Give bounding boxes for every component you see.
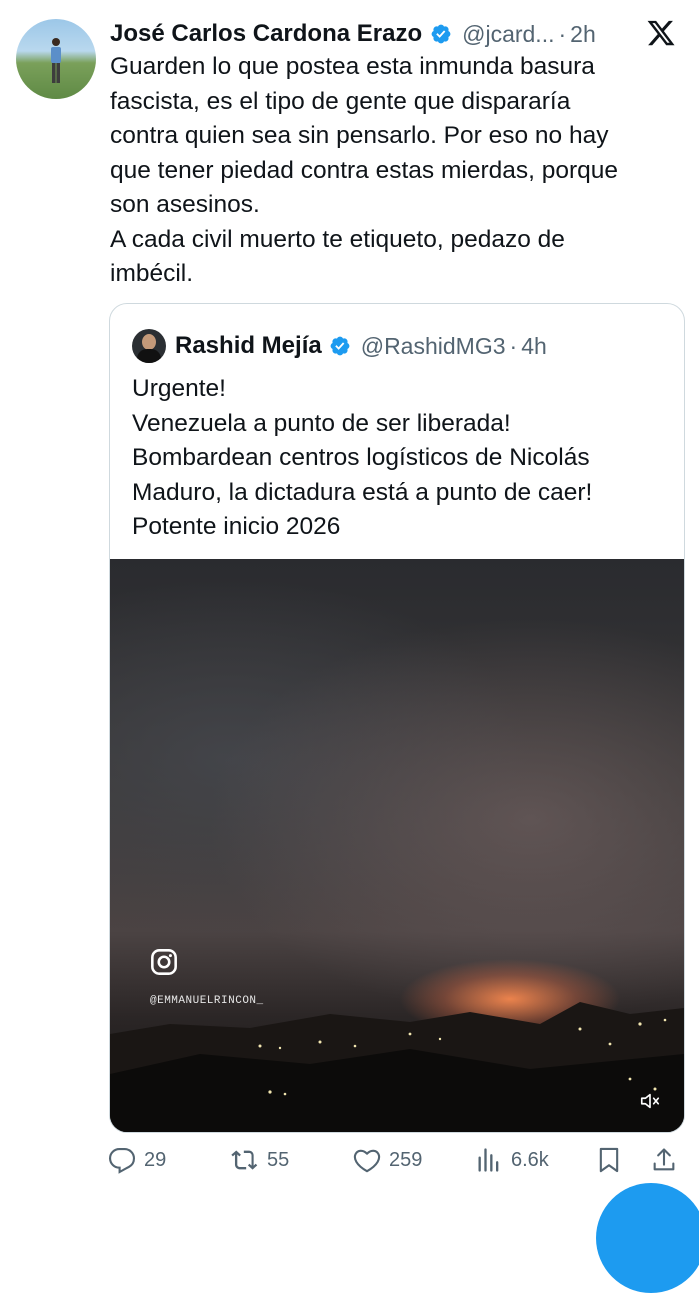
video-skyline: [110, 1002, 684, 1132]
bookmark-icon: [599, 1147, 619, 1173]
views-count: 6.6k: [511, 1148, 549, 1171]
tweet-action-bar: 29 55 259 6.6k: [108, 1140, 683, 1180]
verified-badge-icon: [431, 24, 451, 44]
instagram-icon: [151, 949, 177, 975]
author-handle[interactable]: @jcard...: [462, 21, 554, 48]
avatar-person-figure: [51, 38, 61, 83]
quoted-author-name[interactable]: Rashid Mejía: [175, 332, 322, 360]
like-icon: [353, 1149, 381, 1173]
like-button[interactable]: 259: [353, 1140, 422, 1180]
compose-fab-button[interactable]: [596, 1183, 699, 1293]
author-name[interactable]: José Carlos Cardona Erazo: [110, 20, 422, 48]
mute-icon[interactable]: [638, 1090, 662, 1112]
verified-badge-icon: [330, 336, 350, 356]
share-icon: [653, 1148, 675, 1171]
tweet-text: Guarden lo que postea esta inmunda basur…: [110, 53, 619, 287]
quoted-tweet-video[interactable]: @EMMANUELRINCON_: [110, 559, 684, 1132]
quoted-header-separator: ·: [509, 332, 518, 359]
repost-button[interactable]: 55: [231, 1140, 289, 1180]
views-icon: [478, 1148, 499, 1172]
tweet-header: José Carlos Cardona Erazo @jcard... · 2h: [110, 14, 683, 54]
quoted-author-avatar[interactable]: [132, 329, 166, 363]
reply-button[interactable]: 29: [108, 1140, 166, 1180]
quoted-tweet-header: Rashid Mejía @RashidMG3 · 4h: [132, 326, 547, 366]
bookmark-button[interactable]: [595, 1140, 631, 1180]
video-watermark: @EMMANUELRINCON_: [150, 995, 264, 1007]
quoted-tweet[interactable]: Rashid Mejía @RashidMG3 · 4h Urgente! Ve…: [109, 303, 685, 1133]
like-count: 259: [389, 1148, 423, 1171]
views-button[interactable]: 6.6k: [475, 1140, 549, 1180]
quoted-author-handle[interactable]: @RashidMG3: [361, 333, 506, 360]
share-button[interactable]: [650, 1140, 686, 1180]
header-separator: ·: [558, 20, 567, 47]
author-avatar[interactable]: [16, 19, 96, 99]
repost-icon: [231, 1150, 258, 1170]
quoted-tweet-text: Urgente! Venezuela a punto de ser libera…: [132, 375, 593, 540]
x-logo-icon: [647, 20, 675, 46]
quoted-tweet-timestamp[interactable]: 4h: [521, 333, 547, 360]
tweet-timestamp[interactable]: 2h: [570, 21, 596, 48]
reply-icon: [108, 1147, 136, 1174]
repost-count: 55: [267, 1148, 290, 1171]
reply-count: 29: [144, 1148, 167, 1171]
